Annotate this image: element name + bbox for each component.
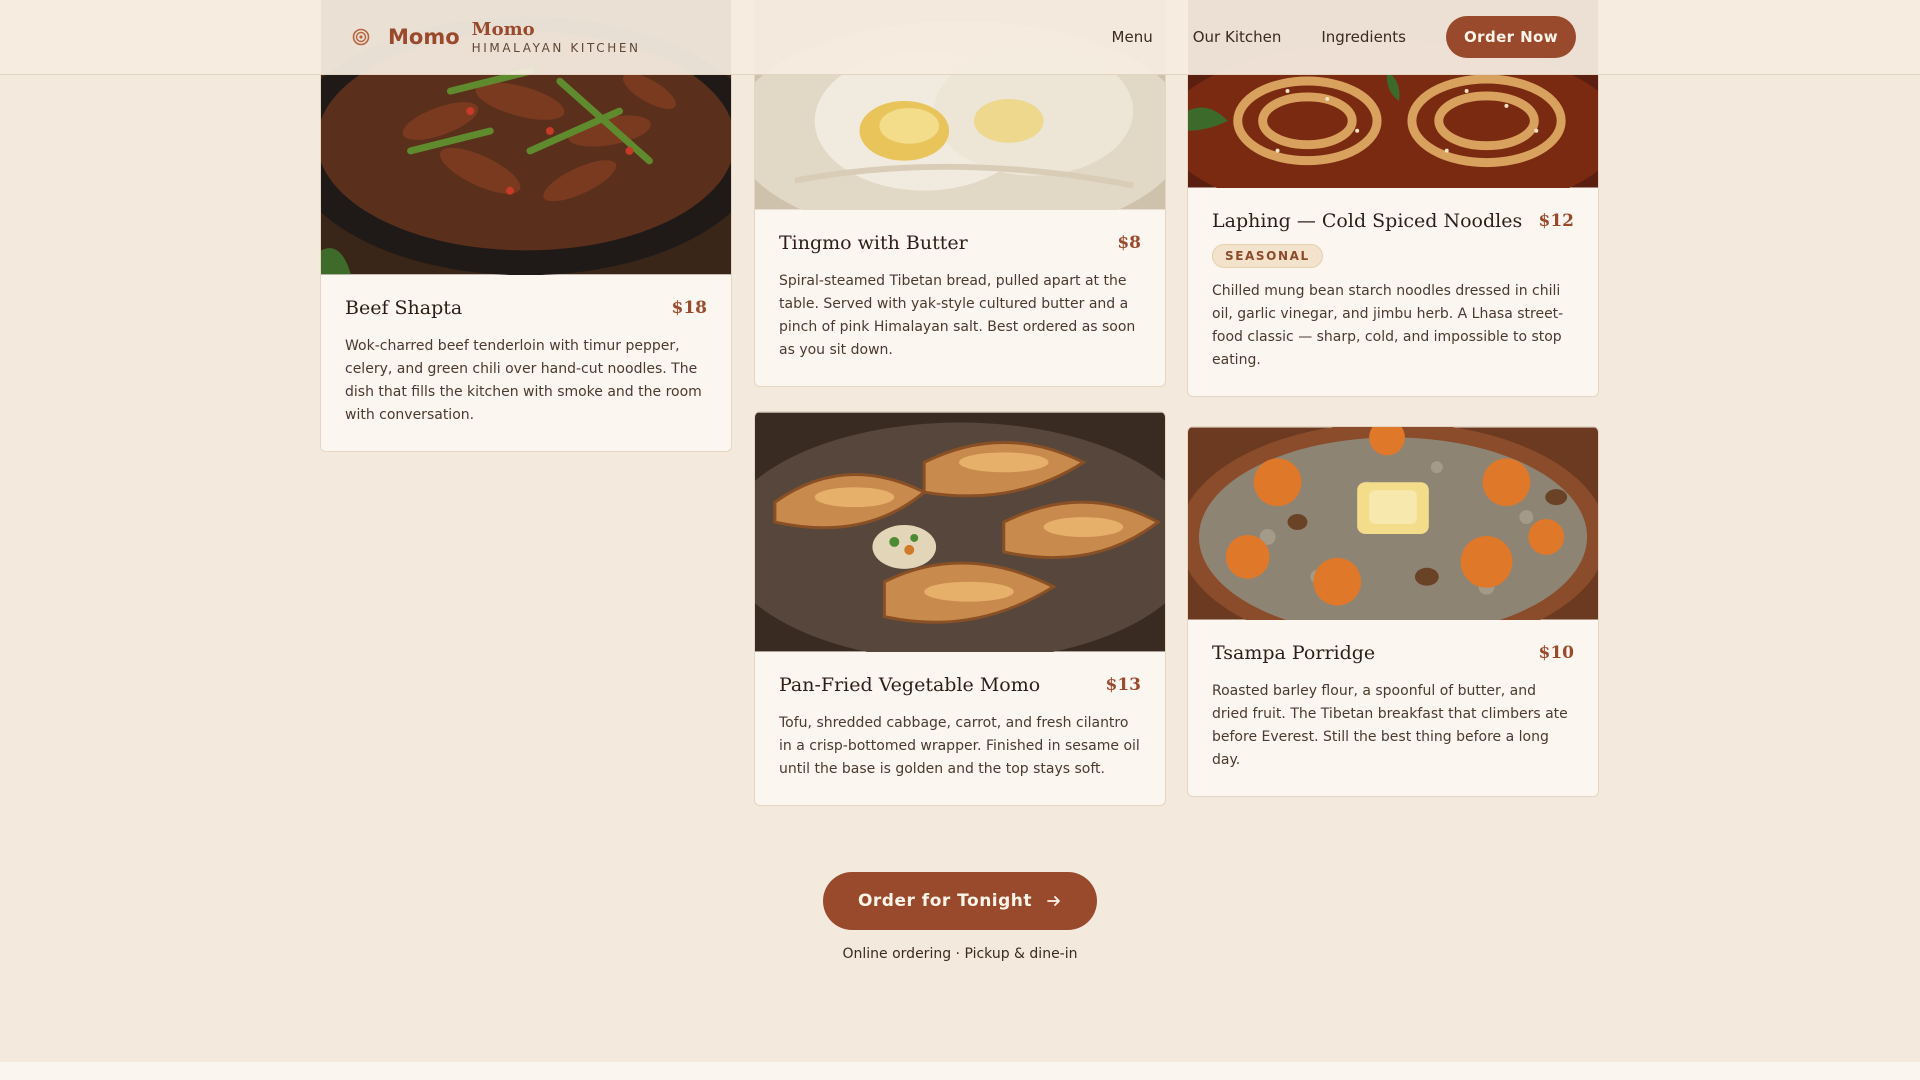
seasonal-badge: SEASONAL	[1212, 244, 1323, 268]
pan-fried-momo-photo	[755, 412, 1165, 652]
order-now-button[interactable]: Order Now	[1446, 16, 1576, 58]
menu-card-pan-fried-momo: Pan-Fried Vegetable Momo $13 Tofu, shred…	[754, 411, 1166, 806]
main-nav: Menu Our Kitchen Ingredients Order Now	[1072, 16, 1576, 58]
brand-name: Momo	[388, 25, 460, 49]
momo-logo-icon	[352, 28, 370, 46]
menu-item-description: Wok-charred beef tenderloin with timur p…	[345, 338, 702, 423]
tsampa-porridge-photo	[1188, 427, 1598, 620]
menu-item-price: $18	[671, 298, 708, 318]
menu-card-tsampa-porridge: Tsampa Porridge $10 Roasted barley flour…	[1187, 426, 1599, 797]
brand-title: Momo	[471, 18, 535, 40]
cta-note: Online ordering · Pickup & dine-in	[842, 946, 1078, 962]
menu-item-description: Spiral-steamed Tibetan bread, pulled apa…	[779, 273, 1136, 358]
nav-link-our-kitchen[interactable]: Our Kitchen	[1193, 28, 1282, 46]
menu-item-price: $13	[1105, 675, 1142, 695]
menu-item-price: $12	[1538, 211, 1575, 231]
menu-item-description: Tofu, shredded cabbage, carrot, and fres…	[779, 715, 1140, 777]
brand-subtitle: HIMALAYAN KITCHEN	[471, 40, 641, 55]
nav-link-ingredients[interactable]: Ingredients	[1321, 28, 1406, 46]
menu-item-title: Beef Shapta	[345, 297, 463, 319]
menu-item-description: Roasted barley flour, a spoonful of butt…	[1212, 683, 1568, 768]
menu-item-description: Chilled mung bean starch noodles dressed…	[1212, 283, 1564, 368]
brand[interactable]: Momo Momo HIMALAYAN KITCHEN	[352, 18, 641, 56]
arrow-right-icon	[1046, 893, 1062, 909]
footer-band	[0, 1062, 1920, 1080]
nav-link-menu[interactable]: Menu	[1112, 28, 1153, 46]
menu-item-title: Tingmo with Butter	[779, 232, 968, 254]
menu-item-title: Pan-Fried Vegetable Momo	[779, 674, 1041, 696]
menu-item-price: $8	[1117, 233, 1141, 253]
site-header: Momo Momo HIMALAYAN KITCHEN Menu Our Kit…	[0, 0, 1920, 75]
cta-label: Order for Tonight	[857, 891, 1033, 911]
menu-item-title: Laphing — Cold Spiced Noodles	[1212, 210, 1523, 232]
menu-item-price: $10	[1538, 643, 1575, 663]
order-for-tonight-button[interactable]: Order for Tonight	[823, 872, 1097, 930]
menu-item-title: Tsampa Porridge	[1212, 642, 1376, 664]
